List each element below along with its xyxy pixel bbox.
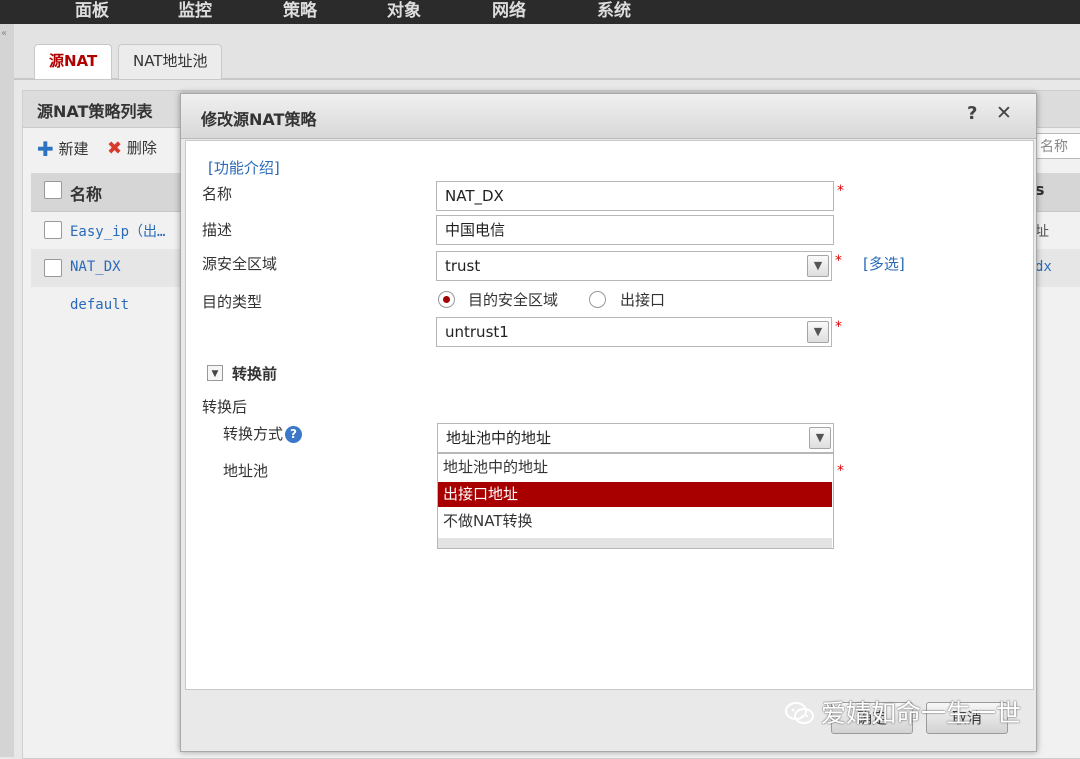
required-marker: *	[837, 463, 844, 479]
question-icon[interactable]: ?	[967, 103, 977, 124]
conversion-mode-value: 地址池中的地址	[446, 429, 552, 447]
double-chevron-left-icon[interactable]: «	[1, 28, 7, 39]
nav-item-policy[interactable]: 策略	[283, 0, 317, 21]
dropdown-scroll-area	[438, 538, 832, 548]
row-checkbox[interactable]	[44, 221, 62, 239]
multi-select-link[interactable]: [多选]	[863, 253, 905, 274]
source-zone-select[interactable]: trust ▼	[436, 251, 832, 281]
radio-egress-interface-label[interactable]: 出接口	[620, 289, 665, 310]
destination-zone-value: untrust1	[445, 323, 509, 341]
conversion-mode-label: 转换方式?	[223, 423, 303, 444]
tab-source-nat[interactable]: 源NAT	[34, 44, 113, 79]
required-marker: *	[837, 183, 844, 199]
destination-zone-select[interactable]: untrust1 ▼	[436, 317, 832, 347]
radio-destination-zone[interactable]	[438, 291, 455, 308]
nav-item-monitor[interactable]: 监控	[178, 0, 212, 21]
name-column-header[interactable]: 名称	[70, 181, 102, 205]
required-marker: *	[835, 253, 842, 269]
search-input[interactable]: 名称	[1035, 133, 1080, 159]
row-name[interactable]: default	[70, 297, 129, 313]
name-field[interactable]: NAT_DX	[436, 181, 834, 211]
row-checkbox[interactable]	[44, 259, 62, 277]
new-button-label: 新建	[58, 140, 89, 158]
dropdown-option[interactable]: 不做NAT转换	[438, 509, 832, 534]
row-name[interactable]: NAT_DX	[70, 259, 121, 275]
dialog-body: [功能介绍] 名称 NAT_DX * 描述 中国电信 源安全区域 trust ▼…	[185, 140, 1034, 690]
nav-item-dashboard[interactable]: 面板	[75, 0, 109, 21]
close-icon[interactable]: ✕	[996, 102, 1012, 124]
edit-source-nat-dialog: 修改源NAT策略 ? ✕ [功能介绍] 名称 NAT_DX * 描述 中国电信 …	[180, 93, 1037, 752]
description-label: 描述	[202, 221, 233, 239]
conversion-mode-dropdown: 地址池中的地址 出接口地址 不做NAT转换	[437, 453, 834, 549]
tab-nat-pool[interactable]: NAT地址池	[118, 44, 223, 79]
nav-item-objects[interactable]: 对象	[387, 0, 421, 21]
plus-icon: ✚	[37, 137, 54, 161]
select-all-checkbox[interactable]	[44, 181, 62, 199]
before-conversion-section[interactable]: 转换前	[232, 363, 277, 384]
conversion-mode-label-text: 转换方式	[223, 425, 284, 443]
description-field[interactable]: 中国电信	[436, 215, 834, 245]
dropdown-option-highlighted[interactable]: 出接口地址	[438, 482, 832, 507]
address-pool-label: 地址池	[223, 462, 269, 480]
help-icon[interactable]: ?	[285, 426, 303, 443]
delete-button[interactable]: ✖ 删除	[107, 137, 157, 159]
collapse-toggle-icon[interactable]: ▼	[207, 365, 223, 381]
chevron-down-icon[interactable]: ▼	[807, 321, 829, 343]
source-zone-label: 源安全区域	[202, 255, 278, 273]
after-conversion-section: 转换后	[202, 398, 248, 416]
required-marker: *	[835, 319, 842, 335]
source-zone-value: trust	[445, 257, 481, 275]
watermark-text: 爱婧如命一生一世	[821, 699, 1022, 728]
dialog-title: 修改源NAT策略	[201, 110, 317, 129]
delete-button-label: 删除	[126, 139, 157, 157]
radio-egress-interface[interactable]	[589, 291, 606, 308]
nav-item-network[interactable]: 网络	[492, 0, 526, 21]
destination-type-label: 目的类型	[202, 293, 263, 311]
dialog-titlebar[interactable]: 修改源NAT策略 ? ✕	[181, 94, 1036, 139]
watermark: 爱婧如命一生一世	[785, 694, 1021, 730]
wechat-icon	[785, 701, 815, 725]
chevron-down-icon[interactable]: ▼	[807, 255, 829, 277]
left-collapse-strip[interactable]: «	[0, 24, 14, 757]
row-name[interactable]: Easy_ip（出…	[70, 221, 165, 241]
delete-x-icon: ✖	[107, 138, 123, 159]
row-right-cell: 址	[1035, 224, 1049, 240]
chevron-down-icon[interactable]: ▼	[809, 427, 831, 449]
name-label: 名称	[202, 185, 233, 203]
top-nav: 面板 监控 策略 对象 网络 系统	[0, 0, 1080, 24]
panel-title: 源NAT策略列表	[37, 102, 153, 121]
feature-intro-link[interactable]: [功能介绍]	[208, 157, 280, 178]
radio-selected-dot	[443, 296, 450, 303]
row-right-cell: dx	[1035, 259, 1052, 275]
dropdown-option[interactable]: 地址池中的地址	[438, 455, 832, 480]
conversion-mode-select[interactable]: 地址池中的地址 ▼	[437, 423, 834, 453]
radio-destination-zone-label[interactable]: 目的安全区域	[468, 289, 558, 310]
tab-bar: 源NAT NAT地址池	[14, 24, 1080, 80]
nav-item-system[interactable]: 系统	[597, 0, 631, 21]
new-button[interactable]: ✚ 新建	[37, 137, 89, 161]
